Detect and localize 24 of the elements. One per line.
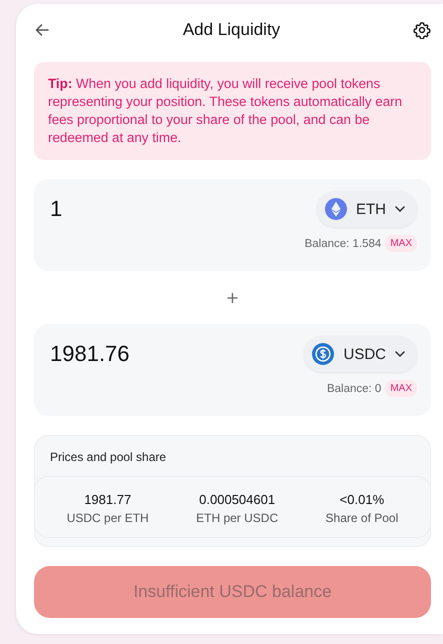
amount-input[interactable]: 1981.76: [50, 341, 200, 367]
price-value: <0.01%: [340, 492, 384, 507]
plus-sign: +: [224, 287, 240, 309]
page-title: Add Liquidity: [182, 20, 280, 40]
back-arrow-icon[interactable]: [34, 22, 50, 38]
balance-text: Balance: 0: [326, 382, 382, 394]
token-selector[interactable]: USDC: [304, 336, 417, 372]
diamond-coin-icon: [325, 198, 347, 220]
price-value: 0.000504601: [199, 492, 276, 507]
price-value: 1981.77: [84, 492, 132, 507]
max-button[interactable]: MAX: [385, 380, 417, 397]
tip-text: Tip: When you add liquidity, you will receive pool tokens representing your position. These tokens automatically earn fees proportional to your share of the pool, and can be redeemed at any time.: [34, 62, 431, 160]
section-title: Prices and pool share: [49, 450, 168, 464]
chevron-down-icon: [395, 206, 405, 212]
amount-input[interactable]: 1: [50, 196, 200, 222]
price-label: Share of Pool: [326, 511, 398, 525]
token-selector[interactable]: ETH: [317, 191, 417, 227]
max-button[interactable]: MAX: [385, 235, 417, 252]
settings-icon[interactable]: [413, 21, 431, 39]
dollar-coin-icon: [312, 343, 334, 365]
price-label: ETH per USDC: [196, 511, 278, 525]
chevron-down-icon: [395, 351, 405, 357]
balance-text: Balance: 1.584: [304, 238, 382, 250]
price-label: USDC per ETH: [66, 511, 149, 525]
